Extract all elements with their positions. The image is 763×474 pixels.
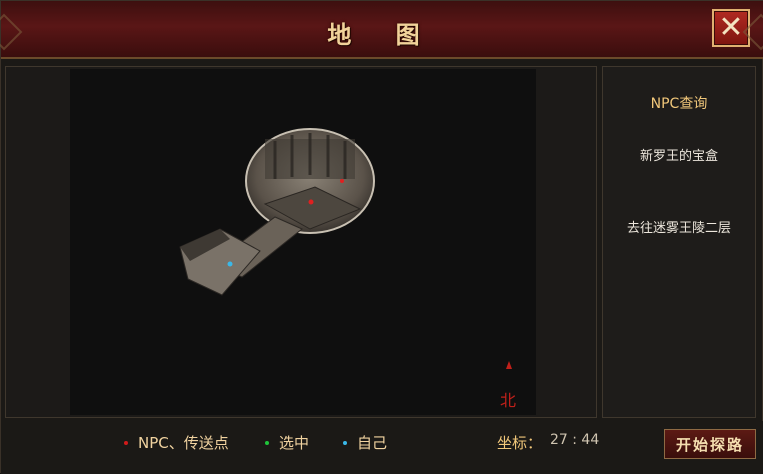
legend-label: 自己 (357, 434, 388, 452)
legend-label: NPC、传送点 (138, 434, 229, 452)
npc-panel: NPC查询 新罗王的宝盒 去往迷雾王陵二层 (602, 66, 756, 418)
npc-list-item[interactable]: 去往迷雾王陵二层 (603, 217, 755, 236)
self-marker (227, 261, 233, 267)
coordinate-value: 27 : 44 (550, 432, 600, 448)
blue-dot-icon (343, 440, 347, 445)
compass-label: 北 (500, 391, 517, 410)
title-bar: 地 图 ✕ (1, 1, 763, 59)
map-window: 地 图 ✕ 北 NPC查询 新罗王的宝盒 去往迷雾王陵二层 NPC、传送点 选中… (0, 0, 763, 474)
map-area[interactable]: 北 (70, 69, 536, 415)
legend-label: 选中 (279, 434, 310, 452)
red-dot-icon (124, 440, 128, 445)
bottom-bar: NPC、传送点 选中 自己 坐标： 27 : 44 开始探路 (1, 421, 763, 474)
close-button[interactable]: ✕ (712, 9, 750, 47)
npc-marker[interactable] (308, 199, 314, 205)
start-pathfinding-button[interactable]: 开始探路 (664, 429, 756, 459)
window-title: 地 图 (327, 20, 438, 49)
dungeon-map-image (179, 128, 375, 296)
green-dot-icon (265, 440, 269, 445)
close-icon: ✕ (718, 10, 744, 45)
north-arrow-icon (506, 361, 512, 369)
legend-self: 自己 (343, 432, 387, 453)
npc-marker[interactable] (340, 179, 344, 183)
legend-selected: 选中 (265, 432, 309, 453)
map-panel: 北 (5, 66, 597, 418)
coordinate-label: 坐标： (497, 434, 543, 452)
npc-panel-title: NPC查询 (650, 96, 708, 112)
npc-list-item[interactable]: 新罗王的宝盒 (603, 145, 755, 164)
legend-npc: NPC、传送点 (124, 432, 229, 453)
